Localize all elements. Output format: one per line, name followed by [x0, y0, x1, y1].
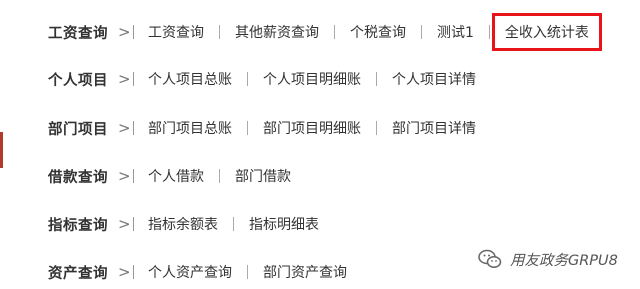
row-title: 部门项目	[48, 121, 108, 138]
menu-item-test1[interactable]: 测试1	[437, 22, 474, 42]
menu-row-salary: 工资查询 > 工资查询 其他薪资查询 个税查询 测试1 全收入统计表	[0, 13, 640, 51]
chevron-right-icon: >	[118, 263, 134, 281]
row-title: 工资查询	[48, 25, 108, 42]
menu-item-dept-detail-ledger[interactable]: 部门项目明细账	[263, 118, 361, 138]
divider	[233, 217, 234, 231]
menu-item-personal-detail-ledger[interactable]: 个人项目明细账	[263, 69, 361, 89]
row-items: 个人借款 部门借款	[148, 166, 291, 186]
row-title: 指标查询	[48, 217, 108, 234]
menu-item-full-income-report[interactable]: 全收入统计表	[491, 13, 602, 51]
divider	[247, 72, 248, 86]
row-items: 个人项目总账 个人项目明细账 个人项目详情	[148, 69, 476, 89]
watermark: 用友政务GRPU8	[478, 248, 618, 270]
divider	[488, 25, 490, 39]
divider	[247, 265, 248, 279]
menu-row-asset-query: 资产查询 > 个人资产查询 部门资产查询	[0, 257, 470, 287]
chevron-right-icon: >	[118, 70, 134, 88]
menu-item-tax-query[interactable]: 个税查询	[350, 22, 406, 42]
menu-row-department-project: 部门项目 > 部门项目总账 部门项目明细账 部门项目详情	[0, 113, 640, 143]
divider	[219, 169, 220, 183]
menu-item-dept-details[interactable]: 部门项目详情	[392, 118, 476, 138]
page: 工资查询 > 工资查询 其他薪资查询 个税查询 测试1 全收入统计表 个人项目 …	[0, 0, 640, 289]
row-title: 个人项目	[48, 72, 108, 89]
chevron-right-icon: >	[118, 23, 134, 41]
chevron-right-icon: >	[118, 215, 134, 233]
watermark-text: 用友政务GRPU8	[510, 252, 618, 269]
divider	[334, 25, 335, 39]
divider	[219, 25, 220, 39]
divider	[421, 25, 422, 39]
menu-item-personal-details[interactable]: 个人项目详情	[392, 69, 476, 89]
menu-item-indicator-detail[interactable]: 指标明细表	[249, 214, 319, 234]
row-title: 借款查询	[48, 169, 108, 186]
menu-row-personal-project: 个人项目 > 个人项目总账 个人项目明细账 个人项目详情	[0, 64, 640, 94]
menu-item-dept-asset[interactable]: 部门资产查询	[263, 262, 347, 282]
divider	[247, 121, 248, 135]
divider	[376, 121, 377, 135]
chevron-right-icon: >	[118, 119, 134, 137]
menu-item-personal-loan[interactable]: 个人借款	[148, 166, 204, 186]
row-items: 指标余额表 指标明细表	[148, 214, 319, 234]
menu-row-loan-query: 借款查询 > 个人借款 部门借款	[0, 161, 640, 191]
menu-row-indicator-query: 指标查询 > 指标余额表 指标明细表	[0, 209, 640, 239]
menu-item-other-salary-query[interactable]: 其他薪资查询	[235, 22, 319, 42]
row-items: 个人资产查询 部门资产查询	[148, 262, 347, 282]
menu-item-dept-ledger[interactable]: 部门项目总账	[148, 118, 232, 138]
menu-item-personal-asset[interactable]: 个人资产查询	[148, 262, 232, 282]
menu-item-personal-ledger[interactable]: 个人项目总账	[148, 69, 232, 89]
chevron-right-icon: >	[118, 167, 134, 185]
row-items: 部门项目总账 部门项目明细账 部门项目详情	[148, 118, 476, 138]
menu-item-salary-query[interactable]: 工资查询	[148, 22, 204, 42]
row-title: 资产查询	[48, 265, 108, 282]
row-items: 工资查询 其他薪资查询 个税查询 测试1 全收入统计表	[148, 13, 602, 51]
menu-item-dept-loan[interactable]: 部门借款	[235, 166, 291, 186]
menu-item-indicator-balance[interactable]: 指标余额表	[148, 214, 218, 234]
divider	[376, 72, 377, 86]
wechat-icon	[478, 249, 502, 268]
